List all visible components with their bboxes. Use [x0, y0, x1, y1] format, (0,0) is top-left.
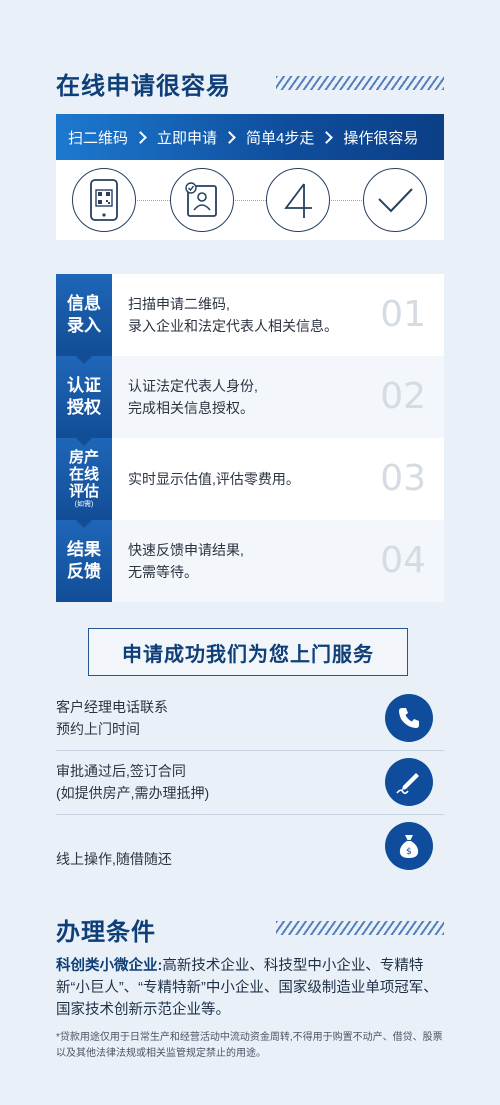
step-label: 认证 授权 — [56, 356, 112, 446]
service-item-contact: 客户经理电话联系 预约上门时间 — [56, 699, 168, 737]
number-four-icon — [266, 168, 330, 232]
chevron-right-icon — [134, 130, 147, 144]
step-row: 信息 录入 扫描申请二维码, 录入企业和法定代表人相关信息。 01 — [56, 274, 444, 364]
step-number: 03 — [380, 458, 426, 499]
banner-step-2: 立即申请 — [157, 129, 218, 147]
conditions-text: 科创类小微企业:高新技术企业、科技型中小企业、专精特新“小巨人”、“专精特新”中… — [56, 955, 446, 1021]
footnote: *贷款用途仅用于日常生产和经营活动中流动资金周转,不得用于购置不动产、借贷、股票… — [56, 1032, 443, 1059]
divider — [56, 750, 444, 751]
process-banner: 扫二维码 立即申请 简单4步走 操作很容易 — [56, 114, 444, 160]
step-number: 01 — [380, 294, 426, 335]
section-title-apply: 在线申请很容易 — [56, 73, 231, 100]
step-text: 认证法定代表人身份, 完成相关信息授权。 02 — [112, 356, 444, 438]
service-item-contract: 审批通过后,签订合同 (如提供房产,需办理抵押) — [56, 763, 210, 801]
process-icon-strip — [56, 160, 444, 240]
phone-qr-icon — [72, 168, 136, 232]
id-card-icon — [170, 168, 234, 232]
banner-step-4: 操作很容易 — [343, 129, 419, 147]
service-title: 申请成功我们为您上门服务 — [88, 628, 408, 676]
checkmark-icon — [363, 168, 427, 232]
step-text: 实时显示估值,评估零费用。 03 — [112, 438, 444, 520]
conditions-highlight: 科创类小微企业: — [56, 958, 163, 974]
service-item-online: 线上操作,随借随还 — [56, 851, 172, 867]
dotted-connector — [96, 200, 404, 201]
step-row: 结果 反馈 快速反馈申请结果, 无需等待。 04 — [56, 520, 444, 602]
decorative-stripes — [276, 921, 444, 935]
money-bag-icon: $ — [385, 822, 433, 870]
decorative-stripes — [276, 76, 444, 90]
chevron-right-icon — [320, 130, 334, 144]
step-number: 02 — [380, 376, 426, 417]
banner-step-1: 扫二维码 — [68, 129, 129, 147]
section-title-conditions: 办理条件 — [56, 919, 156, 946]
step-label: 房产 在线 评估 (如需) — [56, 438, 112, 528]
chevron-right-icon — [223, 130, 236, 144]
steps-table: 信息 录入 扫描申请二维码, 录入企业和法定代表人相关信息。 01 认证 授权 认证法… — [56, 274, 444, 602]
svg-text:$: $ — [406, 847, 412, 857]
step-text: 快速反馈申请结果, 无需等待。 04 — [112, 520, 444, 602]
phone-icon — [385, 694, 433, 742]
step-row: 房产 在线 评估 (如需) 实时显示估值,评估零费用。 03 — [56, 438, 444, 528]
banner-step-3: 简单4步走 — [246, 129, 315, 147]
step-label: 结果 反馈 — [56, 520, 112, 602]
divider — [56, 814, 444, 815]
step-text: 扫描申请二维码, 录入企业和法定代表人相关信息。 01 — [112, 274, 444, 356]
step-label: 信息 录入 — [56, 274, 112, 364]
step-number: 04 — [380, 540, 426, 581]
step-row: 认证 授权 认证法定代表人身份, 完成相关信息授权。 02 — [56, 356, 444, 446]
pen-sign-icon — [385, 758, 433, 806]
